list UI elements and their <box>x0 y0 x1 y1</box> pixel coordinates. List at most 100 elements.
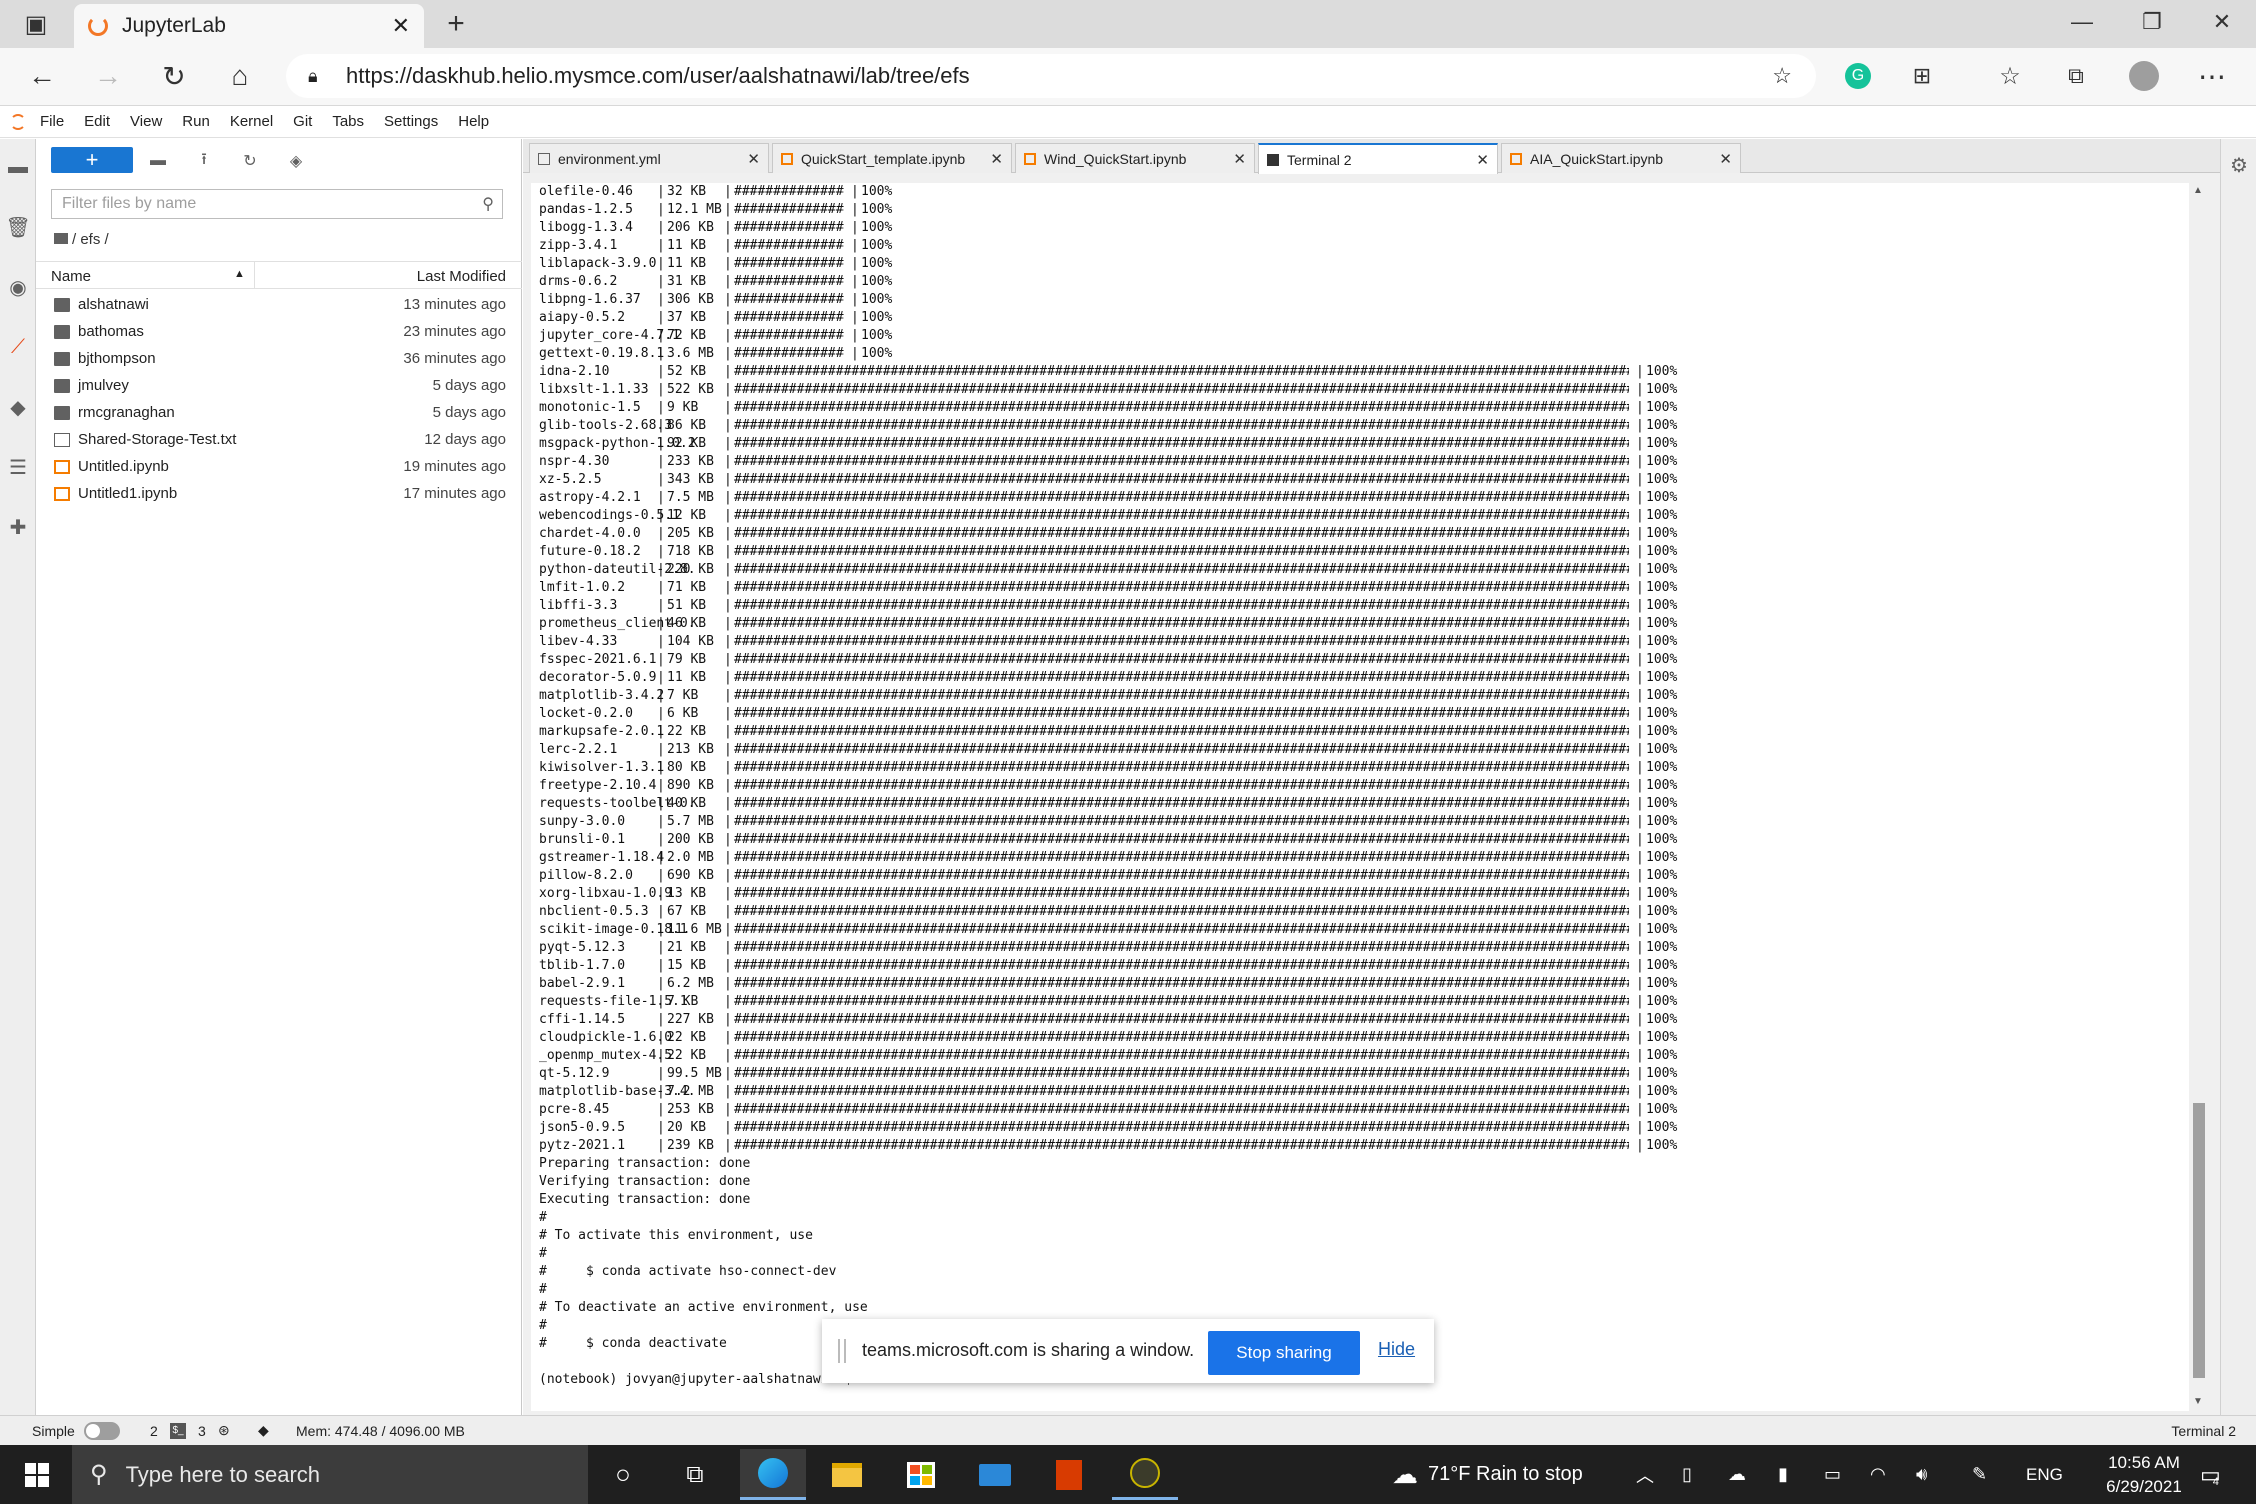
cortana-icon[interactable]: ○ <box>590 1449 656 1500</box>
column-name-header[interactable]: Name <box>51 268 91 285</box>
file-row[interactable]: rmcgranaghan 5 days ago <box>36 399 522 426</box>
collections-icon[interactable]: ⧉ <box>2054 54 2098 98</box>
terminal-scrollbar[interactable]: ▲ ▼ <box>2189 183 2209 1411</box>
show-hidden-icons-icon[interactable]: ︿ <box>1636 1445 1654 1504</box>
file-row[interactable]: Untitled1.ipynb 17 minutes ago <box>36 480 522 507</box>
extension-icon[interactable]: ⊞ <box>1900 54 1944 98</box>
browser-tab[interactable]: JupyterLab ✕ <box>74 4 424 48</box>
git-clone-icon[interactable]: ◈ <box>284 149 308 173</box>
tray-app-icon[interactable]: ▯ <box>1682 1445 1692 1504</box>
close-tab-icon[interactable]: ✕ <box>1476 151 1489 169</box>
minimize-icon[interactable]: — <box>2060 0 2104 44</box>
new-launcher-button[interactable]: + <box>51 147 133 173</box>
file-row[interactable]: Untitled.ipynb 19 minutes ago <box>36 453 522 480</box>
scroll-down-icon[interactable]: ▼ <box>2193 1396 2203 1407</box>
column-modified-header[interactable]: Last Modified <box>417 268 506 285</box>
menu-settings[interactable]: Settings <box>384 113 438 130</box>
trash-icon[interactable]: 🗑︎ <box>5 215 30 239</box>
breadcrumb-folder-icon[interactable] <box>54 233 68 244</box>
scroll-up-icon[interactable]: ▲ <box>2193 185 2203 196</box>
profile-avatar[interactable] <box>2122 54 2166 98</box>
url-input[interactable]: 🔒︎ https://daskhub.helio.mysmce.com/user… <box>286 54 1816 98</box>
app-running-icon[interactable] <box>1112 1449 1178 1500</box>
pen-icon[interactable]: ✎ <box>1972 1445 1987 1504</box>
volume-icon[interactable]: 🔊︎ <box>1916 1445 1927 1504</box>
stop-sharing-button[interactable]: Stop sharing <box>1208 1331 1360 1375</box>
forward-icon[interactable]: → <box>86 54 130 98</box>
dask-icon[interactable]: ⟋ <box>6 335 30 359</box>
git-icon[interactable]: ◆ <box>6 395 30 419</box>
language-indicator[interactable]: ENG <box>2026 1445 2063 1504</box>
breadcrumb-path[interactable]: / efs / <box>72 231 109 248</box>
back-icon[interactable]: ← <box>20 54 64 98</box>
git-status-icon[interactable]: ◆ <box>258 1422 269 1439</box>
tab-actions-icon[interactable]: ▣ <box>14 2 58 46</box>
windows-start-icon[interactable] <box>4 1449 70 1500</box>
favorites-icon[interactable]: ☆ <box>1988 54 2032 98</box>
kernel-count[interactable]: 2 <box>150 1423 158 1439</box>
doc-tab[interactable]: AIA_QuickStart.ipynb ✕ <box>1501 143 1741 173</box>
file-explorer-icon[interactable] <box>814 1449 880 1500</box>
drag-handle-icon[interactable] <box>838 1339 846 1363</box>
home-icon[interactable]: ⌂ <box>218 54 262 98</box>
file-row[interactable]: jmulvey 5 days ago <box>36 372 522 399</box>
notifications-icon[interactable]: ▭ 4 <box>2200 1445 2221 1504</box>
doc-tab[interactable]: QuickStart_template.ipynb ✕ <box>772 143 1012 173</box>
more-menu-icon[interactable]: ⋯ <box>2190 54 2234 98</box>
close-tab-icon[interactable]: ✕ <box>747 150 760 168</box>
close-tab-icon[interactable]: ✕ <box>1233 150 1246 168</box>
close-tab-icon[interactable]: ✕ <box>1719 150 1732 168</box>
menu-kernel[interactable]: Kernel <box>230 113 273 130</box>
task-view-icon[interactable]: ⧉ <box>662 1449 728 1500</box>
usb-icon[interactable]: ▮ <box>1778 1445 1788 1504</box>
folder-icon[interactable]: ▬ <box>6 155 30 179</box>
taskbar-search-box[interactable]: ⚲ Type here to search <box>72 1445 588 1504</box>
menu-git[interactable]: Git <box>293 113 312 130</box>
menu-run[interactable]: Run <box>182 113 210 130</box>
scrollbar-thumb[interactable] <box>2193 1103 2205 1378</box>
onedrive-icon[interactable]: ☁ <box>1728 1445 1746 1504</box>
menu-help[interactable]: Help <box>458 113 489 130</box>
terminal-output[interactable]: olefile-0.46|32 KB|####################|… <box>531 183 2189 1411</box>
file-row[interactable]: bathomas 23 minutes ago <box>36 318 522 345</box>
doc-tab[interactable]: Terminal 2 ✕ <box>1258 143 1498 174</box>
menu-edit[interactable]: Edit <box>84 113 110 130</box>
battery-icon[interactable]: ▭ <box>1824 1445 1841 1504</box>
edge-taskbar-icon[interactable] <box>740 1449 806 1500</box>
window-close-icon[interactable]: ✕ <box>2200 0 2244 44</box>
office-icon[interactable] <box>1036 1449 1102 1500</box>
doc-tab[interactable]: Wind_QuickStart.ipynb ✕ <box>1015 143 1255 173</box>
store-icon[interactable] <box>888 1449 954 1500</box>
refresh-files-icon[interactable]: ↻ <box>238 149 262 173</box>
new-tab-icon[interactable]: + <box>434 2 478 46</box>
sort-ascending-icon[interactable]: ▲ <box>234 268 245 280</box>
file-row[interactable]: Shared-Storage-Test.txt 12 days ago <box>36 426 522 453</box>
close-tab-icon[interactable]: ✕ <box>392 13 410 39</box>
terminal-count[interactable]: 3 <box>198 1423 206 1439</box>
extensions-icon[interactable]: ✚ <box>6 515 30 539</box>
refresh-icon[interactable]: ↻ <box>152 54 196 98</box>
file-row[interactable]: alshatnawi 13 minutes ago <box>36 291 522 318</box>
restore-icon[interactable]: ❐ <box>2130 0 2174 44</box>
mail-icon[interactable] <box>962 1449 1028 1500</box>
grammarly-icon[interactable]: G <box>1836 54 1880 98</box>
weather-widget[interactable]: ☁ 71°F Rain to stop <box>1392 1445 1583 1504</box>
simple-mode-toggle[interactable] <box>84 1421 120 1440</box>
doc-tab[interactable]: environment.yml ✕ <box>529 143 769 173</box>
menu-file[interactable]: File <box>40 113 64 130</box>
filter-files-input[interactable]: Filter files by name ⚲ <box>51 189 503 219</box>
hide-banner-link[interactable]: Hide <box>1378 1339 1415 1360</box>
add-favorite-icon[interactable]: ☆ <box>1772 63 1792 89</box>
new-folder-icon[interactable]: ▬ <box>146 149 170 173</box>
package-size: 12.1 MB <box>667 202 722 217</box>
menu-tabs[interactable]: Tabs <box>332 113 364 130</box>
table-of-contents-icon[interactable]: ☰ <box>6 455 30 479</box>
file-row[interactable]: bjthompson 36 minutes ago <box>36 345 522 372</box>
menu-view[interactable]: View <box>130 113 162 130</box>
clock[interactable]: 10:56 AM 6/29/2021 <box>2086 1445 2202 1504</box>
wifi-icon[interactable]: ◠ <box>1870 1445 1886 1504</box>
property-inspector-icon[interactable]: ⚙ <box>2227 153 2251 177</box>
close-tab-icon[interactable]: ✕ <box>990 150 1003 168</box>
running-kernels-icon[interactable]: ◉ <box>6 275 30 299</box>
upload-icon[interactable]: ⭱ <box>192 149 216 173</box>
